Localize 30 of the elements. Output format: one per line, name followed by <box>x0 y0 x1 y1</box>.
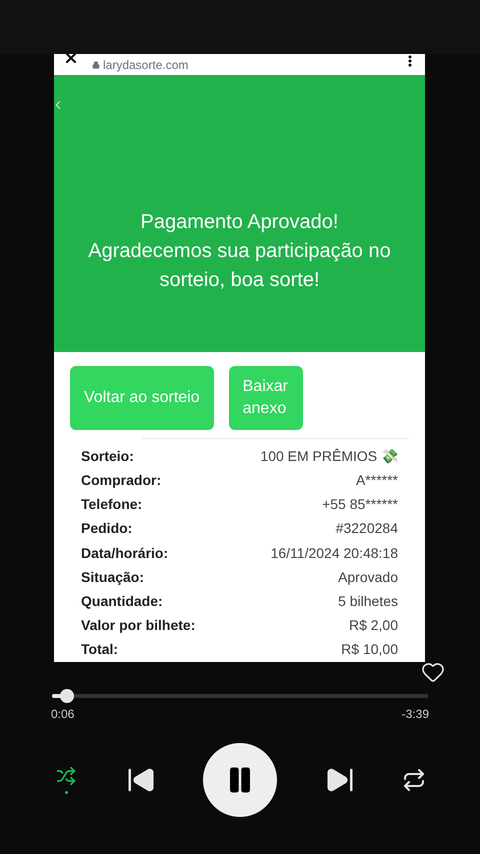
shuffle-button[interactable] <box>54 766 78 794</box>
detail-value: A****** <box>356 471 398 490</box>
detail-label: Total: <box>81 640 118 660</box>
detail-label: Quantidade: <box>81 592 163 612</box>
detail-value: Aprovado <box>338 568 398 587</box>
detail-value: +55 85****** <box>322 495 398 514</box>
lock-icon <box>92 60 100 69</box>
detail-value: R$ 10,00 <box>341 640 398 660</box>
detail-label: Valor por bilhete: <box>81 616 196 636</box>
detail-label: Pedido: <box>81 519 132 538</box>
detail-label: Situação: <box>81 568 144 587</box>
detail-value: 5 bilhetes <box>338 592 398 612</box>
remaining-time: -3:39 <box>402 706 429 723</box>
elapsed-time: 0:06 <box>51 706 74 723</box>
progress-thumb[interactable] <box>60 689 74 703</box>
close-icon[interactable] <box>63 54 79 66</box>
detail-value: 100 EM PRÊMIOS 💸 <box>260 446 398 466</box>
url-text: larydasorte.com <box>103 58 188 71</box>
detail-label: Telefone: <box>81 495 142 514</box>
repeat-icon[interactable] <box>402 768 426 792</box>
heart-icon[interactable] <box>420 660 446 684</box>
detail-value: #3220284 <box>336 519 398 538</box>
detail-label: Data/horário: <box>81 544 168 563</box>
detail-value: 16/11/2024 20:48:18 <box>270 544 398 563</box>
action-button[interactable]: Baixar anexo <box>228 366 303 430</box>
detail-label: Sorteio: <box>81 446 134 466</box>
action-button[interactable]: Voltar ao sorteio <box>70 366 214 430</box>
detail-label: Comprador: <box>81 471 162 490</box>
approval-message: Pagamento Aprovado! Agradecemos sua participação no sorteio, boa sorte! <box>88 210 391 294</box>
detail-value: R$ 2,00 <box>348 616 398 636</box>
